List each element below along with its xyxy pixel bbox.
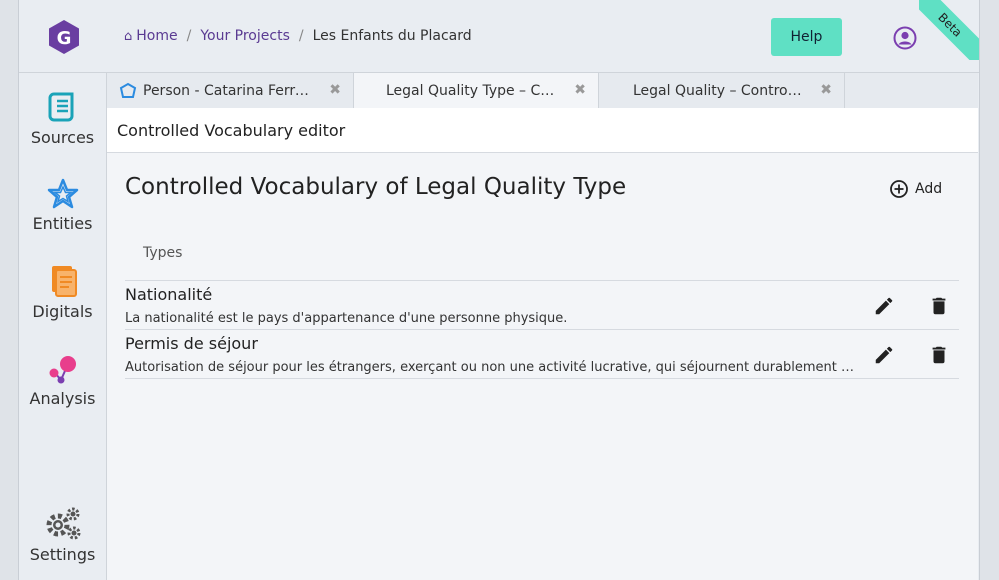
sidebar: Sources Entities Digitals Analysis Setti…: [19, 73, 107, 580]
beta-label: Beta: [919, 0, 979, 60]
close-icon[interactable]: ✖: [820, 82, 832, 98]
panel-title: Controlled Vocabulary editor: [117, 121, 346, 140]
delete-icon[interactable]: [928, 295, 950, 317]
tab-label: Person - Catarina Ferreira: [143, 82, 315, 99]
account-icon[interactable]: [893, 26, 917, 50]
breadcrumb-your-projects[interactable]: Your Projects: [200, 28, 290, 44]
table-row: Permis de séjour Autorisation de séjour …: [125, 329, 959, 379]
sidebar-item-analysis[interactable]: Analysis: [19, 353, 106, 408]
entity-icon: [119, 82, 137, 98]
main-area: Person - Catarina Ferreira ✖ Legal Quali…: [107, 73, 978, 580]
help-button[interactable]: Help: [771, 18, 842, 56]
tab-person[interactable]: Person - Catarina Ferreira ✖: [107, 73, 354, 108]
tab-label: Legal Quality Type – Controlled Vocabula…: [386, 83, 560, 99]
sidebar-item-label: Settings: [29, 545, 96, 564]
type-description: Autorisation de séjour pour les étranger…: [125, 360, 857, 375]
sidebar-item-entities[interactable]: Entities: [19, 178, 106, 233]
table-bottom-divider: [125, 378, 959, 379]
sidebar-item-label: Digitals: [32, 302, 93, 321]
top-header: G ⌂ Home / Your Projects / Les Enfants d…: [19, 0, 979, 73]
breadcrumb-separator: /: [298, 28, 304, 44]
sources-icon: [48, 92, 73, 122]
entities-icon: [47, 178, 78, 209]
type-name: Permis de séjour: [125, 334, 258, 353]
tab-bar: Person - Catarina Ferreira ✖ Legal Quali…: [107, 73, 978, 109]
close-icon[interactable]: ✖: [574, 82, 586, 98]
tab-legal-quality[interactable]: Legal Quality – Controlled Vocabulary ✖: [599, 73, 845, 108]
delete-icon[interactable]: [928, 344, 950, 366]
column-header-types: Types: [143, 245, 183, 261]
digitals-icon: [51, 266, 77, 297]
tab-label: Legal Quality – Controlled Vocabulary: [633, 82, 805, 99]
settings-icon: [46, 507, 80, 540]
svg-text:G: G: [57, 28, 72, 49]
sidebar-item-sources[interactable]: Sources: [19, 90, 106, 147]
vocabulary-content: Controlled Vocabulary of Legal Quality T…: [107, 153, 978, 580]
add-label: Add: [915, 181, 943, 197]
add-button[interactable]: Add: [889, 179, 942, 199]
sidebar-item-label: Entities: [32, 214, 93, 233]
sidebar-item-settings[interactable]: Settings: [19, 505, 106, 564]
breadcrumb: ⌂ Home / Your Projects / Les Enfants du …: [124, 28, 472, 44]
beta-ribbon: Beta: [919, 0, 979, 60]
add-circle-icon: [890, 180, 908, 198]
panel-title-bar: Controlled Vocabulary editor: [107, 108, 978, 153]
sidebar-item-label: Analysis: [29, 389, 96, 408]
breadcrumb-separator: /: [186, 28, 192, 44]
tab-legal-quality-type[interactable]: Legal Quality Type – Controlled Vocabula…: [354, 73, 599, 109]
app-frame: G ⌂ Home / Your Projects / Les Enfants d…: [18, 0, 980, 580]
breadcrumb-current-project: Les Enfants du Placard: [312, 28, 472, 44]
edit-icon[interactable]: [873, 344, 895, 366]
type-description: La nationalité est le pays d'appartenanc…: [125, 311, 568, 326]
table-row: Nationalité La nationalité est le pays d…: [125, 280, 959, 330]
edit-icon[interactable]: [873, 295, 895, 317]
analysis-icon: [49, 356, 76, 384]
sidebar-item-label: Sources: [30, 128, 95, 147]
geovistory-logo-icon[interactable]: G: [47, 19, 81, 55]
type-name: Nationalité: [125, 285, 213, 304]
breadcrumb-home[interactable]: Home: [136, 28, 177, 44]
page-title: Controlled Vocabulary of Legal Quality T…: [125, 174, 627, 200]
sidebar-item-digitals[interactable]: Digitals: [19, 264, 106, 321]
home-icon: ⌂: [124, 28, 133, 44]
close-icon[interactable]: ✖: [329, 82, 341, 98]
